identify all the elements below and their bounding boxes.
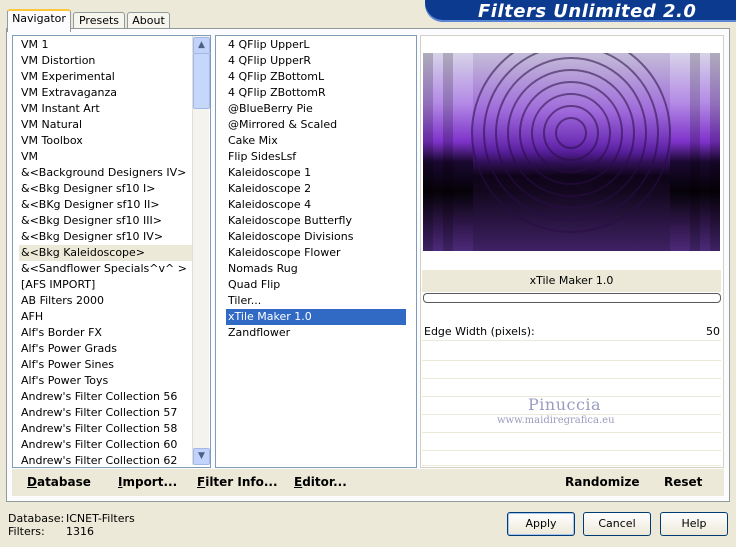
param-row [422, 344, 721, 361]
list-item[interactable]: &<Bkg Designer sf10 III> [19, 213, 197, 229]
list-item[interactable]: 4 QFlip ZBottomL [226, 69, 406, 85]
import-button[interactable]: Import... [118, 475, 177, 489]
param-row [422, 434, 721, 451]
watermark-name: Pinuccia [528, 395, 602, 414]
list-item[interactable]: VM Instant Art [19, 101, 197, 117]
list-item[interactable]: Alf's Border FX [19, 325, 197, 341]
filter-list[interactable]: 4 QFlip UpperL 4 QFlip UpperR 4 QFlip ZBot… [215, 35, 417, 468]
database-button[interactable]: Database [27, 475, 91, 489]
list-item[interactable]: &<Bkg Designer sf10 I> [19, 181, 197, 197]
scroll-thumb[interactable] [193, 53, 210, 109]
list-item[interactable]: VM Toolbox [19, 133, 197, 149]
progress-bar [423, 293, 721, 303]
param-row [422, 362, 721, 379]
list-item[interactable]: &<Bkg Designer sf10 IV> [19, 229, 197, 245]
list-item[interactable]: Alf's Power Grads [19, 341, 197, 357]
list-item[interactable]: VM Extravaganza [19, 85, 197, 101]
list-item[interactable]: VM [19, 149, 197, 165]
list-item[interactable]: @BlueBerry Pie [226, 101, 406, 117]
list-item[interactable]: 4 QFlip UpperR [226, 53, 406, 69]
list-item[interactable]: Andrew's Filter Collection 62 [19, 453, 197, 467]
scroll-up-icon[interactable]: ▲ [193, 37, 210, 54]
watermark-url: www.maidiregrafica.eu [497, 415, 615, 426]
scroll-down-icon[interactable]: ▼ [193, 448, 210, 465]
category-list[interactable]: VM 1 VM Distortion VM Experimental VM Extra… [12, 35, 211, 468]
list-item[interactable]: @Mirrored & Scaled [226, 117, 406, 133]
list-item[interactable]: Kaleidoscope 4 [226, 197, 406, 213]
category-scrollbar[interactable]: ▲ ▼ [192, 36, 210, 465]
edge-width-value[interactable]: 50 [700, 325, 720, 338]
editor-button[interactable]: Editor... [294, 475, 347, 489]
cancel-button[interactable]: Cancel [583, 512, 651, 536]
list-item[interactable]: Andrew's Filter Collection 57 [19, 405, 197, 421]
tab-navigator[interactable]: Navigator [7, 9, 71, 32]
list-item[interactable]: Kaleidoscope 2 [226, 181, 406, 197]
database-status-value: ICNET-Filters [66, 512, 135, 525]
list-item[interactable]: AFH [19, 309, 197, 325]
filters-count-label: Filters: [8, 525, 45, 538]
list-item[interactable]: &<Bkg Kaleidoscope> [19, 245, 197, 261]
filter-info-button[interactable]: Filter Info... [197, 475, 278, 489]
param-row [422, 452, 721, 466]
banner-title: Filters Unlimited 2.0 [478, 1, 697, 22]
list-item[interactable]: VM Experimental [19, 69, 197, 85]
list-item[interactable]: Nomads Rug [226, 261, 406, 277]
apply-button[interactable]: Apply [507, 512, 575, 536]
list-item[interactable]: &<BKg Designer sf10 II> [19, 197, 197, 213]
list-item[interactable]: VM Distortion [19, 53, 197, 69]
list-item[interactable]: Andrew's Filter Collection 56 [19, 389, 197, 405]
list-item[interactable]: Kaleidoscope 1 [226, 165, 406, 181]
list-item[interactable]: Tiler... [226, 293, 406, 309]
list-item[interactable]: VM 1 [19, 37, 197, 53]
list-item[interactable]: 4 QFlip UpperL [226, 37, 406, 53]
list-item[interactable]: VM Natural [19, 117, 197, 133]
list-item[interactable]: Zandflower [226, 325, 406, 341]
list-item[interactable]: Andrew's Filter Collection 58 [19, 421, 197, 437]
list-item[interactable]: Alf's Power Sines [19, 357, 197, 373]
preview-image [423, 53, 720, 251]
reset-button[interactable]: Reset [664, 475, 702, 489]
filter-name-label: xTile Maker 1.0 [422, 270, 721, 292]
filters-count-value: 1316 [66, 525, 94, 538]
list-item[interactable]: Quad Flip [226, 277, 406, 293]
edge-width-label: Edge Width (pixels): [424, 325, 535, 338]
list-item[interactable]: xTile Maker 1.0 [226, 309, 406, 325]
list-item[interactable]: Kaleidoscope Divisions [226, 229, 406, 245]
list-item[interactable]: &<Sandflower Specials^v^ > [19, 261, 197, 277]
list-item[interactable]: Kaleidoscope Butterfly [226, 213, 406, 229]
randomize-button[interactable]: Randomize [565, 475, 639, 489]
list-item[interactable]: Cake Mix [226, 133, 406, 149]
list-item[interactable]: 4 QFlip ZBottomR [226, 85, 406, 101]
list-item[interactable]: &<Background Designers IV> [19, 165, 197, 181]
help-button[interactable]: Help [660, 512, 728, 536]
list-item[interactable]: Kaleidoscope Flower [226, 245, 406, 261]
database-status-label: Database: [8, 512, 65, 525]
list-item[interactable]: AB Filters 2000 [19, 293, 197, 309]
list-item[interactable]: Alf's Power Toys [19, 373, 197, 389]
list-item[interactable]: [AFS IMPORT] [19, 277, 197, 293]
list-item[interactable]: Andrew's Filter Collection 60 [19, 437, 197, 453]
list-item[interactable]: Flip SidesLsf [226, 149, 406, 165]
